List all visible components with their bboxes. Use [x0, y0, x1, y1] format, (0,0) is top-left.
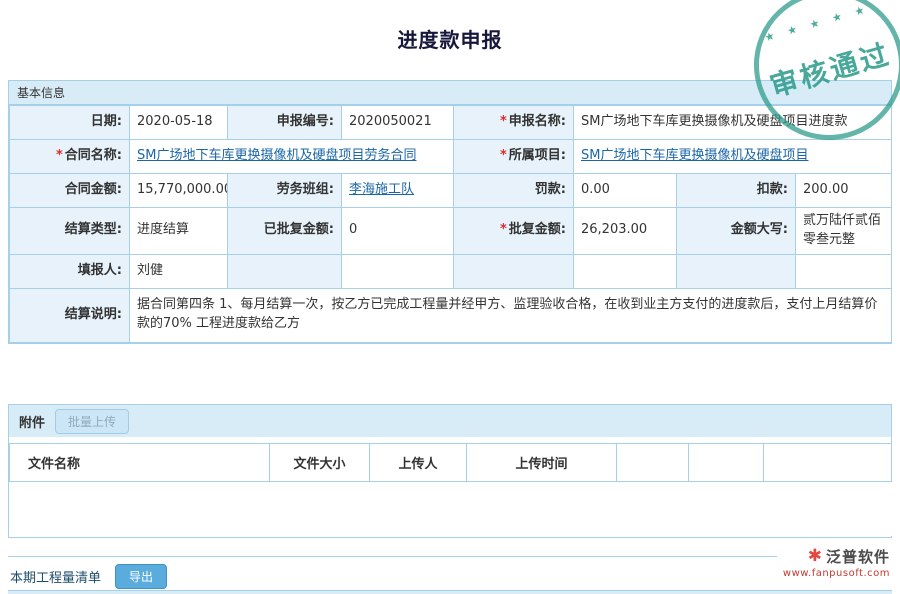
approval-amount-label-text: 批复金额: — [509, 222, 566, 237]
table-row: 日期: 2020-05-18 申报编号: 2020050021 *申报名称: S… — [10, 106, 892, 140]
declaration-name-label: *申报名称: — [454, 106, 574, 140]
settlement-note-label: 结算说明: — [10, 288, 130, 342]
contract-name-label: *合同名称: — [10, 140, 130, 174]
empty-cell — [228, 254, 342, 288]
project-value: SM广场地下车库更换摄像机及硬盘项目 — [574, 140, 892, 174]
attachments-title: 附件 — [19, 412, 45, 431]
declaration-name-value: SM广场地下车库更换摄像机及硬盘项目进度款 — [574, 106, 892, 140]
empty-cell — [796, 254, 892, 288]
settlement-type-label: 结算类型: — [10, 208, 130, 255]
approved-amount-value: 0 — [342, 208, 454, 255]
labor-team-value: 李海施工队 — [342, 174, 454, 208]
project-label: *所属项目: — [454, 140, 574, 174]
required-mark: * — [500, 114, 507, 129]
preparer-value: 刘健 — [130, 254, 228, 288]
attachments-panel: 附件 批量上传 文件名称 文件大小 上传人 上传时间 — [8, 404, 892, 538]
penalty-label: 罚款: — [454, 174, 574, 208]
amount-in-words-value: 贰万陆仟贰佰零叁元整 — [796, 208, 892, 255]
approval-amount-label: *批复金额: — [454, 208, 574, 255]
required-mark: * — [500, 222, 507, 237]
contract-name-label-text: 合同名称: — [65, 148, 122, 163]
labor-team-label: 劳务班组: — [228, 174, 342, 208]
quantity-list-title: 本期工程量清单 — [8, 567, 101, 586]
empty-cell — [342, 254, 454, 288]
empty-cell — [454, 254, 574, 288]
col-file-name: 文件名称 — [10, 444, 270, 482]
contract-amount-label: 合同金额: — [10, 174, 130, 208]
basic-info-table: 日期: 2020-05-18 申报编号: 2020050021 *申报名称: S… — [9, 105, 892, 343]
col-empty — [689, 444, 764, 482]
declaration-name-label-text: 申报名称: — [509, 114, 566, 129]
amount-in-words-label: 金额大写: — [677, 208, 796, 255]
approved-amount-label: 已批复金额: — [228, 208, 342, 255]
contract-amount-value: 15,770,000.00 — [130, 174, 228, 208]
col-upload-time: 上传时间 — [467, 444, 617, 482]
export-button[interactable]: 导出 — [115, 564, 167, 589]
basic-info-header: 基本信息 — [9, 81, 891, 105]
preparer-label: 填报人: — [10, 254, 130, 288]
approval-amount-value: 26,203.00 — [574, 208, 677, 255]
table-row: 结算说明: 据合同第四条 1、每月结算一次，按乙方已完成工程量并经甲方、监理验收… — [10, 288, 892, 342]
quantity-list-section: 本期工程量清单 导出 — [8, 556, 892, 589]
col-empty — [617, 444, 689, 482]
basic-info-panel: 基本信息 日期: 2020-05-18 申报编号: 2020050021 *申报… — [8, 80, 892, 344]
attachments-table: 文件名称 文件大小 上传人 上传时间 — [9, 443, 892, 536]
required-mark: * — [500, 148, 507, 163]
declaration-no-value: 2020050021 — [342, 106, 454, 140]
col-uploader: 上传人 — [370, 444, 467, 482]
project-label-text: 所属项目: — [509, 148, 566, 163]
table-row: 合同金额: 15,770,000.00 劳务班组: 李海施工队 罚款: 0.00… — [10, 174, 892, 208]
empty-cell — [677, 254, 796, 288]
project-link[interactable]: SM广场地下车库更换摄像机及硬盘项目 — [581, 148, 808, 163]
brand-row: ✱ 泛普软件 — [783, 546, 890, 567]
deduction-label: 扣款: — [677, 174, 796, 208]
empty-cell — [574, 254, 677, 288]
contract-name-link[interactable]: SM广场地下车库更换摄像机及硬盘项目劳务合同 — [137, 148, 416, 163]
required-mark: * — [56, 148, 63, 163]
batch-upload-button[interactable]: 批量上传 — [55, 409, 129, 434]
date-label: 日期: — [10, 106, 130, 140]
attachments-empty-row — [10, 482, 892, 536]
labor-team-link[interactable]: 李海施工队 — [349, 182, 414, 197]
attachments-empty-area — [10, 482, 892, 536]
settlement-note-value: 据合同第四条 1、每月结算一次，按乙方已完成工程量并经甲方、监理验收合格，在收到… — [130, 288, 892, 342]
table-row: 填报人: 刘健 — [10, 254, 892, 288]
date-value: 2020-05-18 — [130, 106, 228, 140]
declaration-no-label: 申报编号: — [228, 106, 342, 140]
attachments-header-bar: 附件 批量上传 — [9, 405, 891, 437]
footer-brand: ✱ 泛普软件 www.fanpusoft.com — [777, 544, 892, 579]
brand-url: www.fanpusoft.com — [783, 568, 890, 579]
page: 进度款申报 ★ ★ ★ ★ ★ 审核通过 基本信息 日期: 2020-05-18… — [0, 0, 900, 594]
table-row: *合同名称: SM广场地下车库更换摄像机及硬盘项目劳务合同 *所属项目: SM广… — [10, 140, 892, 174]
table-row: 结算类型: 进度结算 已批复金额: 0 *批复金额: 26,203.00 金额大… — [10, 208, 892, 255]
contract-name-value: SM广场地下车库更换摄像机及硬盘项目劳务合同 — [130, 140, 454, 174]
page-title: 进度款申报 — [0, 24, 900, 53]
deduction-value: 200.00 — [796, 174, 892, 208]
brand-name: 泛普软件 — [826, 546, 890, 567]
attachments-header-row: 文件名称 文件大小 上传人 上传时间 — [10, 444, 892, 482]
settlement-type-value: 进度结算 — [130, 208, 228, 255]
bottom-table-edge — [8, 590, 892, 594]
penalty-value: 0.00 — [574, 174, 677, 208]
fanpu-logo-icon: ✱ — [808, 548, 822, 565]
col-file-size: 文件大小 — [270, 444, 370, 482]
col-empty — [764, 444, 892, 482]
